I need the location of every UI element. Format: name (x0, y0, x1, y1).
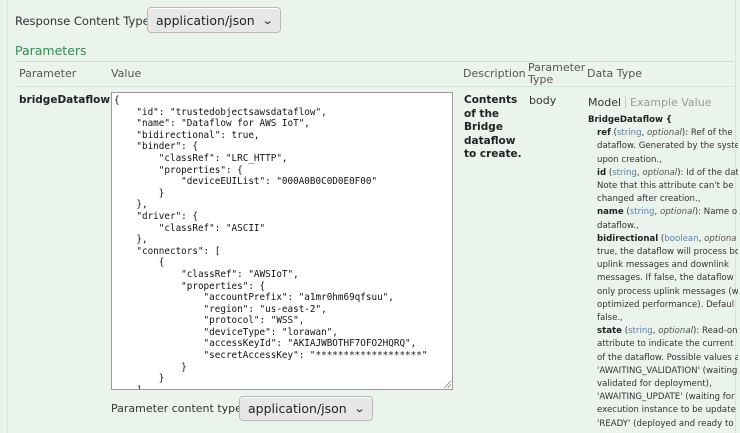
schema-property-name: id (597, 167, 607, 178)
schema-property-description: changed after creation., (597, 194, 701, 205)
schema-property-description: Note that this attribute can't be (597, 181, 734, 192)
column-header-parameter: Parameter (19, 67, 77, 80)
schema-property-type: string (612, 167, 637, 178)
schema-property-id: id (string, optional): Id of the data (588, 167, 738, 180)
response-content-type-label: Response Content Type (15, 14, 150, 28)
schema-property-description: messages. If false, the dataflow (597, 273, 734, 284)
schema-property-summary: ): Name o (694, 207, 738, 218)
parameter-name: bridgeDataflow (19, 94, 111, 106)
schema-property-type: string (629, 207, 655, 218)
response-content-type-value: application/json (156, 12, 255, 28)
schema-property-description: optimized performance). Defaul (597, 299, 735, 310)
schema-property-type: string (616, 128, 642, 139)
schema-property-type: boolean (664, 233, 699, 244)
column-header-parameter-type-line2: Type (528, 73, 554, 86)
schema-property-description: validated for deployment), (597, 379, 712, 390)
parameter-content-type-label: Parameter content type: (111, 402, 246, 415)
schema-property-description: execution instance to be update (597, 405, 736, 416)
chevron-down-icon: ⌄ (261, 13, 274, 27)
tab-model[interactable]: Model (588, 96, 627, 109)
parameter-value-json[interactable]: { "id": "trustedobjectsawsdataflow", "na… (112, 93, 452, 389)
schema-property-optional: optional (658, 326, 694, 337)
schema-property-description: true, the dataflow will process bo (597, 247, 738, 258)
schema-property-description: upon creation., (597, 154, 662, 165)
response-content-type-select[interactable]: application/json ⌄ (147, 7, 281, 33)
model-schema: BridgeDataflow { ref (string, optional):… (588, 114, 738, 433)
column-header-value: Value (111, 67, 142, 80)
schema-property-summary: ): Ref of the (681, 128, 733, 139)
schema-property-description: only process uplink messages (w (597, 286, 738, 297)
parameter-value-textarea[interactable]: { "id": "trustedobjectsawsdataflow", "na… (111, 92, 453, 390)
schema-property-description: attribute to indicate the current (597, 339, 734, 350)
column-header-parameter-type: Parameter Type (528, 62, 585, 86)
schema-title: BridgeDataflow { (588, 115, 673, 125)
schema-property-optional: optional (647, 128, 682, 139)
schema-property-state: state (string, optional): Read-on (597, 326, 738, 337)
parameter-type-value: body (529, 94, 557, 107)
schema-property-optional: optional (642, 167, 678, 178)
divider (15, 61, 734, 62)
schema-property-description: of the dataflow. Possible values a (597, 352, 738, 363)
chevron-down-icon: ⌄ (353, 402, 366, 415)
schema-property-summary: ): Read-on (693, 326, 738, 337)
schema-property-description: false., (597, 313, 623, 324)
tab-example-value[interactable]: Example Value (626, 96, 711, 109)
schema-property-bidirectional: bidirectional (boolean, optiona (597, 233, 737, 244)
schema-property-name: bidirectional (597, 233, 659, 244)
schema-property-description: 'READY' (deployed and ready to (597, 418, 734, 429)
schema-property-name: state (597, 326, 622, 337)
schema-property-optional: optional (659, 207, 695, 218)
schema-property-type: string (628, 326, 653, 337)
schema-property-description: uplink messages and downlink (597, 260, 729, 271)
schema-property-name: name (597, 207, 624, 218)
parameter-content-type-value: application/json (248, 401, 347, 416)
schema-property-description: 'AWAITING_VALIDATION' (waiting (597, 365, 738, 376)
data-type-tabs: Model Example Value (588, 96, 711, 109)
schema-property-description: dataflow., (597, 220, 639, 231)
parameters-heading: Parameters (15, 43, 87, 58)
schema-property-description: 'AWAITING_UPDATE' (waiting for (597, 392, 735, 403)
schema-property-optional: optiona (704, 233, 737, 244)
schema-property-description: dataflow. Generated by the syste (597, 141, 738, 152)
parameter-description: Contents of the Bridge dataflow to creat… (464, 94, 522, 160)
parameter-content-type-select[interactable]: application/json ⌄ (239, 396, 373, 421)
schema-property-name: name (string, optional): Name o (597, 207, 738, 218)
schema-property-name: ref (597, 128, 611, 139)
column-header-description: Description (463, 67, 526, 80)
resize-handle-icon[interactable] (444, 381, 451, 388)
divider (15, 86, 734, 87)
schema-property-ref: ref (string, optional): Ref of the (597, 128, 733, 139)
column-header-data-type: Data Type (587, 67, 643, 80)
schema-property-summary: ): Id of the data (677, 167, 738, 178)
